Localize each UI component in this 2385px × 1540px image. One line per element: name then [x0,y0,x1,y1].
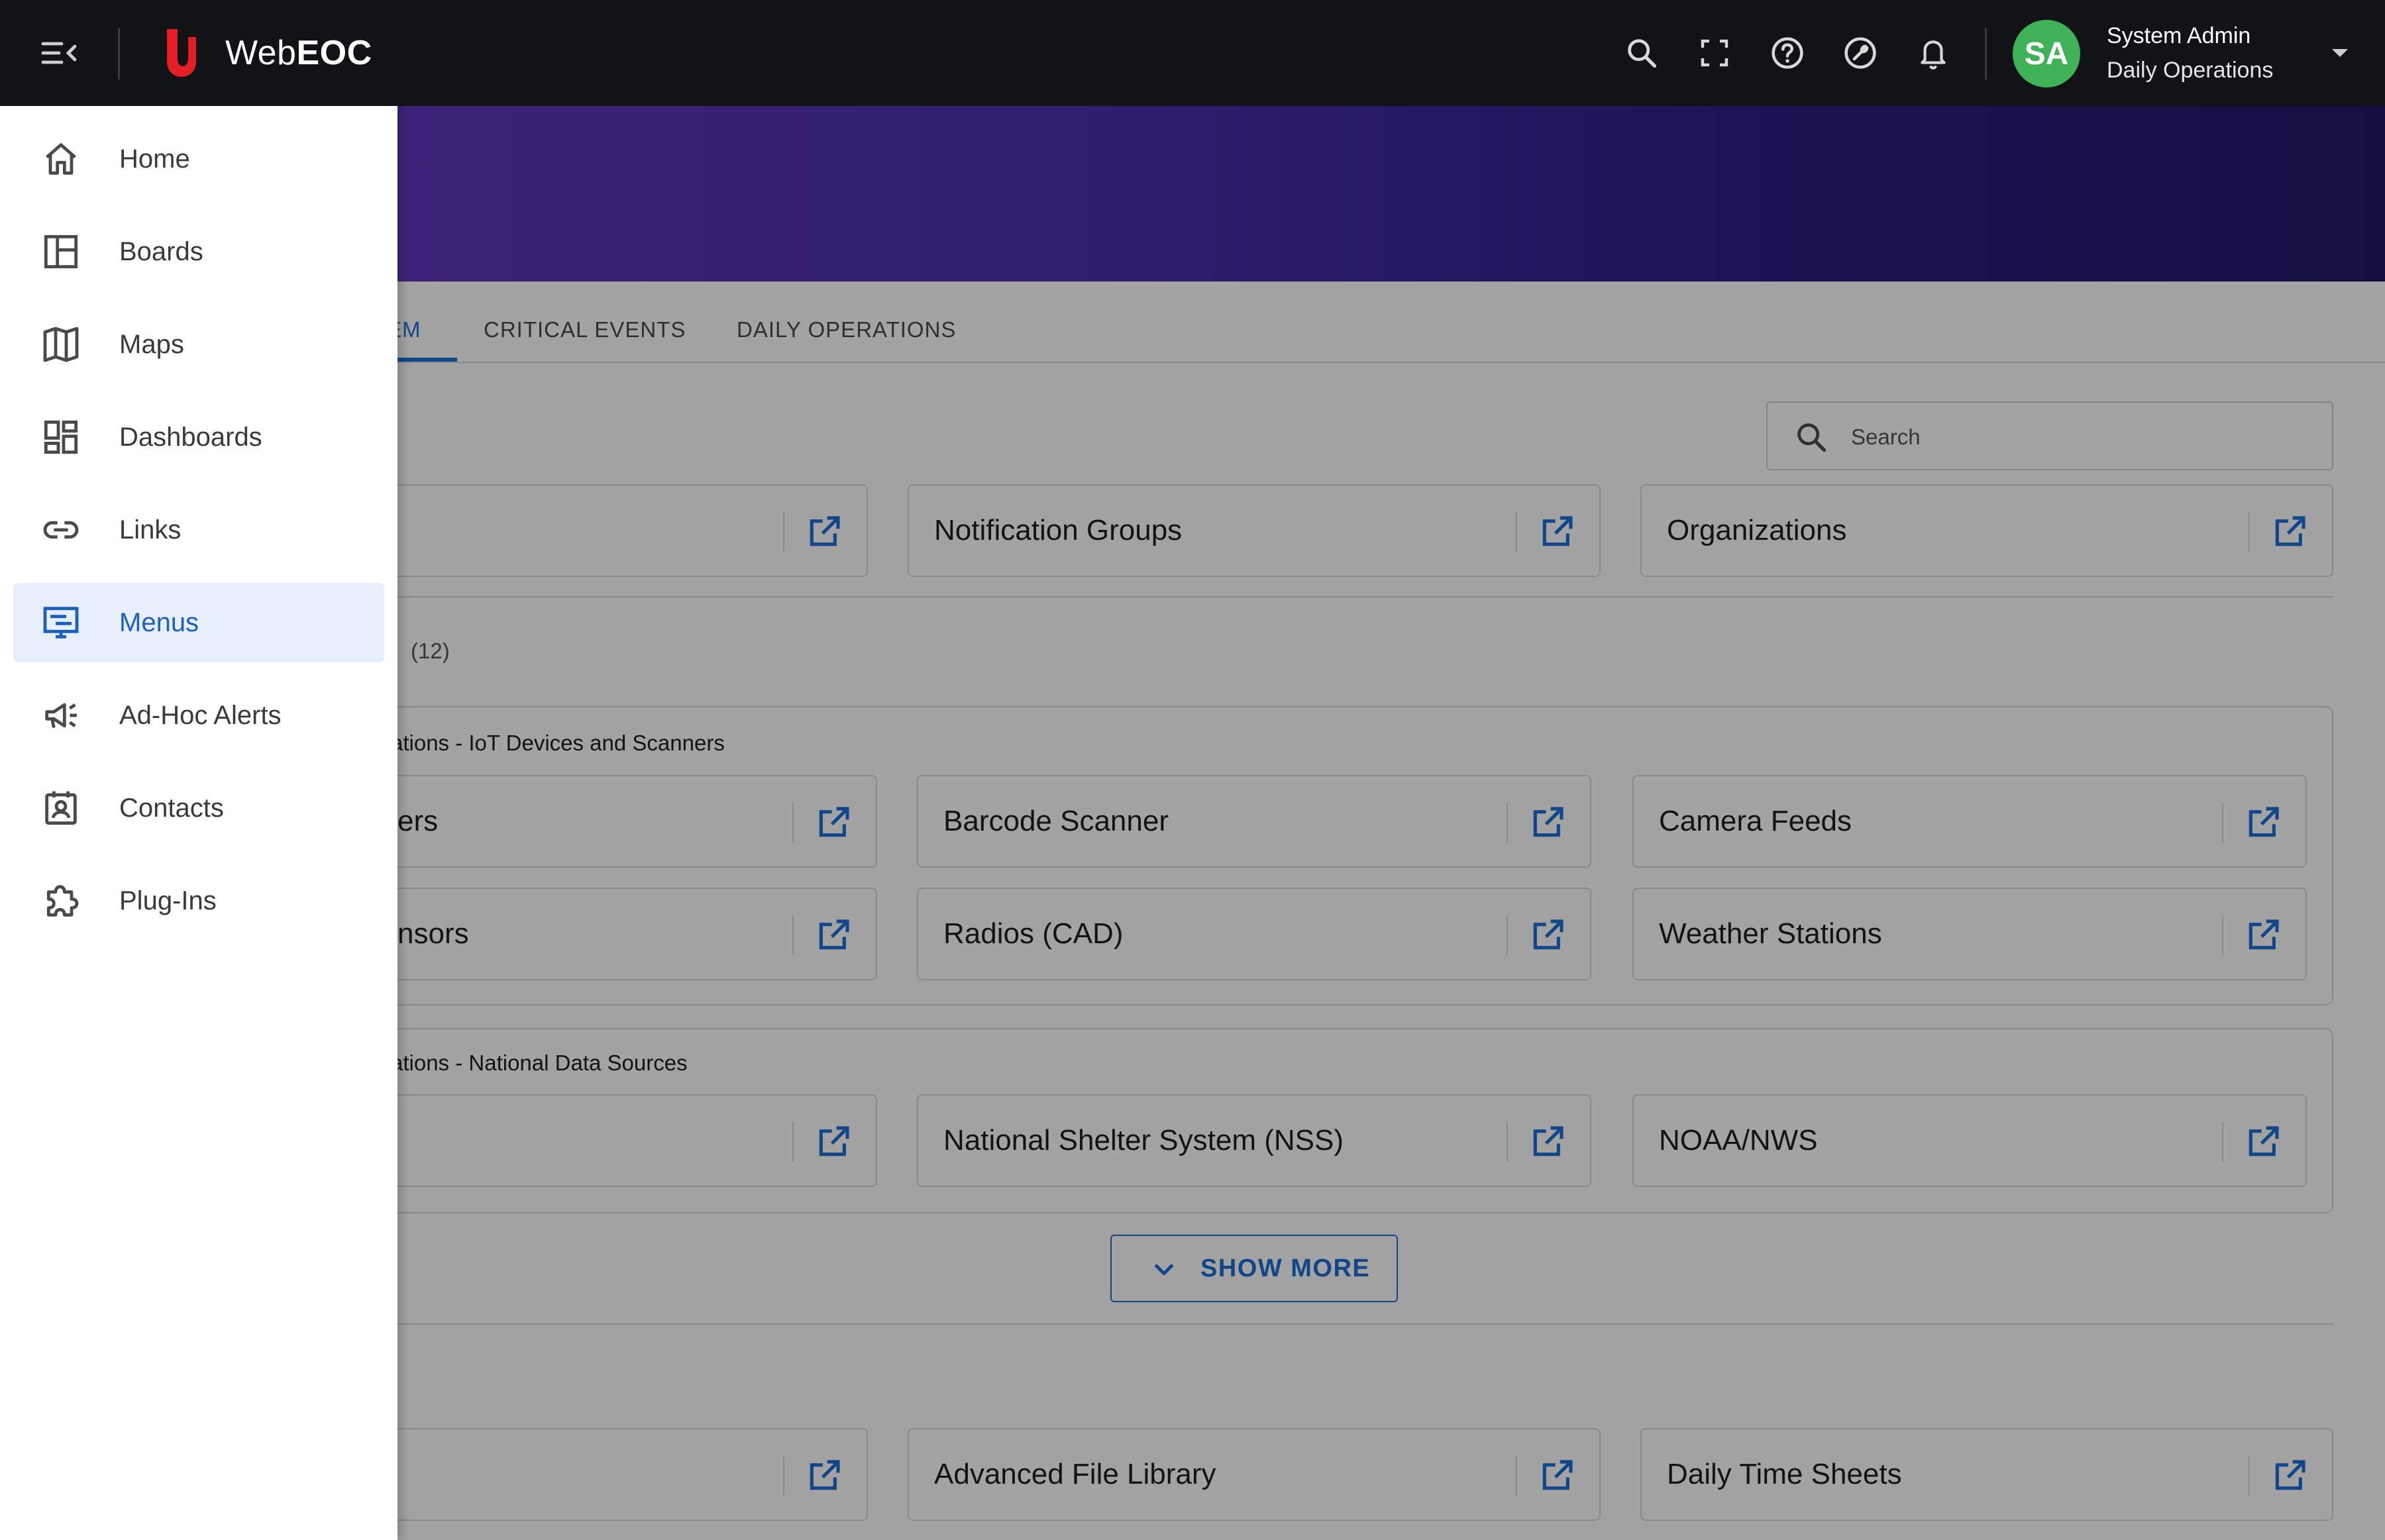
nav-item-label: Maps [119,330,184,359]
nav-item-dashboards[interactable]: Dashboards [13,397,384,477]
nav-item-links[interactable]: Links [13,490,384,570]
nav-item-contacts[interactable]: Contacts [13,768,384,848]
search-icon[interactable] [1619,30,1664,76]
nav-item-menus[interactable]: Menus [13,583,384,662]
navigation-drawer: Home Boards Maps Dashboards Links Menus … [0,106,398,1540]
tools-icon[interactable] [1838,30,1883,76]
fullscreen-icon[interactable] [1692,30,1737,76]
megaphone-icon [45,703,77,729]
brand-prefix: Web [225,34,297,72]
nav-item-label: Ad-Hoc Alerts [119,701,282,730]
nav-item-label: Dashboards [119,423,262,452]
dashboard-icon [44,420,78,454]
menus-icon [43,607,79,639]
link-icon [43,521,79,539]
user-name[interactable]: System Admin [2107,21,2251,50]
nav-item-label: Contacts [119,794,224,823]
map-icon [43,327,79,362]
nav-item-plug-ins[interactable]: Plug-Ins [13,861,384,941]
nav-item-label: Home [119,144,190,174]
nav-item-label: Menus [119,608,199,637]
nav-item-label: Plug-Ins [119,886,217,915]
puzzle-icon [46,885,79,917]
brand-suffix: EOC [296,34,372,72]
nav-item-home[interactable]: Home [13,119,384,199]
bell-icon[interactable] [1911,30,1956,76]
webeoc-logo-icon [162,26,201,79]
app-brand[interactable]: WebEOC [225,32,372,74]
divider [1985,28,1987,79]
nav-item-boards[interactable]: Boards [13,212,384,291]
chevron-down-icon[interactable] [2327,40,2353,66]
user-position[interactable]: Daily Operations [2107,56,2273,85]
boards-icon [44,234,78,269]
nav-item-ad-hoc-alerts[interactable]: Ad-Hoc Alerts [13,676,384,755]
nav-item-maps[interactable]: Maps [13,305,384,384]
nav-item-label: Links [119,515,182,544]
menu-collapse-icon[interactable] [37,33,81,73]
contacts-icon [45,791,77,825]
help-icon[interactable] [1765,30,1810,76]
top-app-bar: WebEOC SA System Admin Daily Operations [0,0,2385,106]
divider [118,28,120,79]
nav-item-label: Boards [119,237,203,266]
home-icon [46,143,76,175]
avatar[interactable]: SA [2013,20,2080,87]
